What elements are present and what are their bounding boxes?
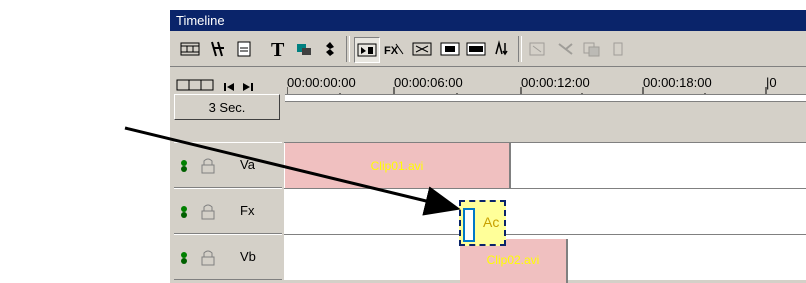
annotation-arrow xyxy=(124,126,461,216)
